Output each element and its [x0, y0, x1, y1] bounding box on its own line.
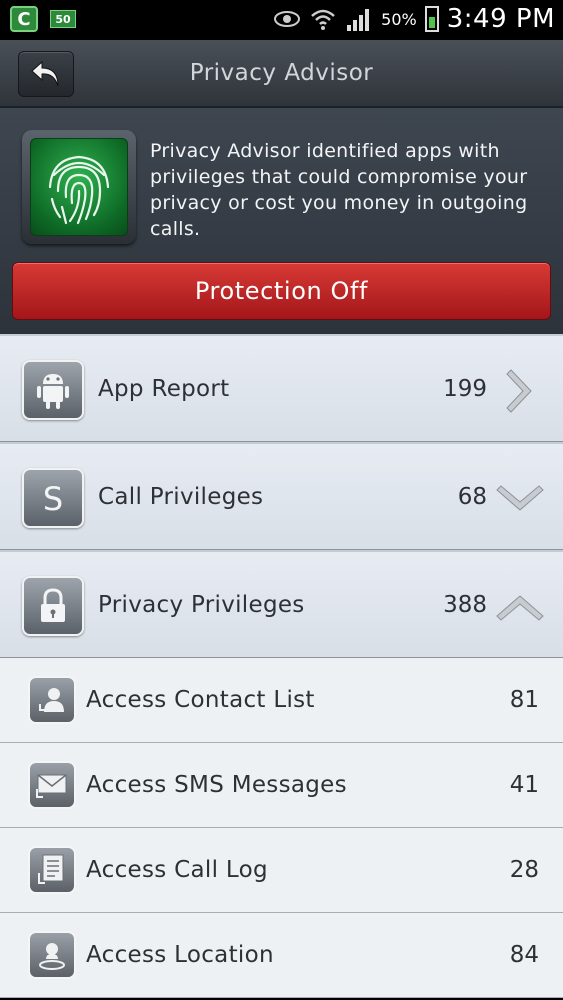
privacy-list: App Report 199 S Call Privileges 68 Priv…	[0, 334, 563, 998]
list-item-count: 84	[509, 942, 539, 968]
android-icon	[22, 360, 84, 420]
s-icon: S	[22, 468, 84, 528]
category-count: 199	[443, 376, 487, 402]
list-item-access-call-log[interactable]: Access Call Log 28	[0, 828, 563, 913]
privacy-description: Privacy Advisor identified apps with pri…	[150, 140, 528, 240]
clock: 3:49 PM	[446, 4, 555, 34]
list-item-label: Access Location	[86, 942, 274, 968]
notification-badge: 50	[50, 10, 76, 28]
battery-icon	[424, 6, 439, 32]
category-count: 68	[457, 484, 487, 510]
list-item-access-contact-list[interactable]: Access Contact List 81	[0, 658, 563, 743]
c-app-icon: C	[10, 6, 38, 32]
privacy-header: Privacy Advisor identified apps with pri…	[0, 108, 563, 334]
category-label: Call Privileges	[98, 484, 264, 510]
list-item-count: 28	[509, 857, 539, 883]
lock-icon	[22, 576, 84, 636]
chevron-right-icon	[506, 369, 532, 413]
chevron-up-icon	[496, 595, 544, 621]
list-item-label: Access Contact List	[86, 687, 315, 713]
fingerprint-frame	[22, 130, 136, 244]
protection-toggle-button[interactable]: Protection Off	[12, 262, 551, 320]
list-item-access-location[interactable]: Access Location 84	[0, 913, 563, 998]
category-privacy-privileges[interactable]: Privacy Privileges 388	[0, 550, 563, 658]
signal-icon	[347, 9, 370, 31]
fingerprint-icon	[48, 155, 110, 225]
eye-icon	[274, 11, 301, 27]
call-log-icon	[28, 846, 76, 894]
chevron-down-icon	[496, 485, 544, 511]
list-item-label: Access Call Log	[86, 857, 268, 883]
list-item-access-sms-messages[interactable]: Access SMS Messages 41	[0, 743, 563, 828]
wifi-icon	[311, 9, 336, 30]
page-title: Privacy Advisor	[189, 60, 374, 86]
list-item-count: 81	[509, 687, 539, 713]
contact-icon	[28, 676, 76, 724]
category-count: 388	[443, 592, 487, 618]
svg-text:S: S	[43, 480, 63, 518]
category-label: App Report	[98, 376, 230, 402]
battery-percent: 50%	[381, 9, 417, 29]
envelope-icon	[28, 761, 76, 809]
category-label: Privacy Privileges	[98, 592, 305, 618]
list-item-label: Access SMS Messages	[86, 772, 347, 798]
category-call-privileges[interactable]: S Call Privileges 68	[0, 442, 563, 550]
category-app-report[interactable]: App Report 199	[0, 334, 563, 442]
status-bar: C 50 50% 3:49 PM	[0, 0, 563, 40]
title-bar: Privacy Advisor	[0, 40, 563, 108]
location-icon	[28, 931, 76, 979]
list-item-count: 41	[509, 772, 539, 798]
